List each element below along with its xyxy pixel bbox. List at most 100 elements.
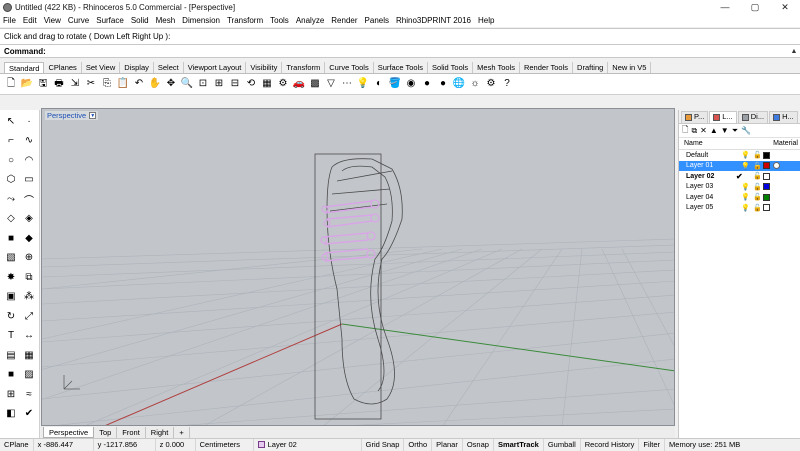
array-icon[interactable]: ⁂ (21, 290, 37, 304)
copy-icon[interactable]: ⎘ (100, 77, 114, 91)
save-icon[interactable]: 🖫 (36, 77, 50, 91)
bucket-fill-icon[interactable]: ◧ (3, 407, 19, 421)
layer-row[interactable]: Layer 04 💡 🔓 (679, 192, 800, 203)
menu-panels[interactable]: Panels (365, 16, 389, 25)
layer-visibility-icon[interactable]: 💡 (741, 193, 750, 201)
delete-layer-icon[interactable]: ✕ (700, 126, 707, 135)
tab-help[interactable]: H... (769, 110, 798, 123)
toolbar-tab-viewport-layout[interactable]: Viewport Layout (184, 62, 247, 73)
solid-edit-icon[interactable]: ◆ (21, 231, 37, 245)
units-status[interactable]: Centimeters (196, 438, 254, 451)
grid-snap-icon[interactable]: ⊞ (3, 387, 19, 401)
rectangle-icon[interactable]: ▭ (21, 173, 37, 187)
gumball-toggle[interactable]: Gumball (544, 438, 581, 451)
pan-icon[interactable]: ✋ (148, 77, 162, 91)
viewport-dropdown-icon[interactable]: ▼ (89, 112, 97, 119)
menu-mesh[interactable]: Mesh (156, 16, 176, 25)
toolbar-tab-surface-tools[interactable]: Surface Tools (374, 62, 429, 73)
zoom-icon[interactable]: 🔍 (180, 77, 194, 91)
move-icon[interactable]: ✥ (164, 77, 178, 91)
menu-rhino3dprint[interactable]: Rhino3DPRINT 2016 (396, 16, 471, 25)
toolbar-tab-transform[interactable]: Transform (282, 62, 326, 73)
toolbar-tab-visibility[interactable]: Visibility (246, 62, 283, 73)
curve-edit-icon[interactable]: ⤳ (3, 192, 19, 206)
viewport-name[interactable]: Perspective (47, 111, 86, 120)
layer-color-swatch[interactable] (763, 151, 770, 159)
layer-lock-icon[interactable]: 🔓 (753, 193, 762, 201)
settings-icon[interactable]: ⚙ (484, 77, 498, 91)
import-icon[interactable]: ⇲ (68, 77, 82, 91)
toolbar-tab-curve-tools[interactable]: Curve Tools (325, 62, 374, 73)
box-icon[interactable]: ■ (3, 231, 19, 245)
layer-lock-icon[interactable]: 🔓 (753, 183, 762, 191)
osnap-toggle[interactable]: Osnap (463, 438, 494, 451)
menu-help[interactable]: Help (478, 16, 494, 25)
tab-front[interactable]: Front (117, 426, 146, 438)
menu-edit[interactable]: Edit (23, 16, 37, 25)
layer-material-icon[interactable] (773, 162, 780, 170)
move-down-icon[interactable]: ▼ (721, 126, 729, 135)
layer-visibility-icon[interactable]: 💡 (741, 204, 750, 212)
curve-icon[interactable]: ∿ (21, 134, 37, 148)
layer-row[interactable]: Layer 05 💡 🔓 (679, 203, 800, 214)
menu-transform[interactable]: Transform (227, 16, 263, 25)
close-button[interactable]: ✕ (770, 0, 800, 14)
layer-row[interactable]: Layer 01 💡 🔓 (679, 160, 800, 171)
record-history-toggle[interactable]: Record History (581, 438, 640, 451)
toolbar-tab-solid-tools[interactable]: Solid Tools (428, 62, 474, 73)
zoom-window-icon[interactable]: ⊡ (196, 77, 210, 91)
sphere-icon-2[interactable]: ● (436, 77, 450, 91)
dimension-icon[interactable]: ↔ (21, 329, 37, 343)
new-sublayer-icon[interactable]: ⧉ (691, 126, 697, 136)
layer-color-swatch[interactable] (763, 183, 770, 191)
menu-analyze[interactable]: Analyze (296, 16, 324, 25)
menu-view[interactable]: View (44, 16, 61, 25)
sun-icon[interactable]: ☼ (468, 77, 482, 91)
menu-solid[interactable]: Solid (131, 16, 149, 25)
layer-lock-icon[interactable]: 🔓 (753, 162, 762, 170)
grid-icon[interactable]: ▩ (308, 77, 322, 91)
new-icon[interactable]: 🗋 (4, 77, 18, 91)
open-icon[interactable]: 📂 (20, 77, 34, 91)
spring-icon[interactable]: ≈ (21, 387, 37, 401)
undo-icon[interactable]: ↶ (132, 77, 146, 91)
layer-row[interactable]: Default 💡 🔓 (679, 150, 800, 161)
grid-snap-toggle[interactable]: Grid Snap (362, 438, 405, 451)
tab-right[interactable]: Right (146, 426, 175, 438)
bucket-icon[interactable]: 🪣 (388, 77, 402, 91)
layer-lock-icon[interactable]: 🔓 (753, 151, 762, 159)
layout-icon[interactable]: ▤ (3, 348, 19, 362)
toolbar-tab-mesh-tools[interactable]: Mesh Tools (473, 62, 520, 73)
select-filter-icon[interactable]: ▽ (324, 77, 338, 91)
toolbar-tab-render-tools[interactable]: Render Tools (520, 62, 574, 73)
layer-color-swatch[interactable] (763, 204, 770, 212)
sphere-icon[interactable]: ● (420, 77, 434, 91)
layer-visibility-icon[interactable]: 💡 (741, 151, 750, 159)
layer-row[interactable]: Layer 03 💡 🔓 (679, 182, 800, 193)
car-icon[interactable]: 🚗 (292, 77, 306, 91)
globe-icon[interactable]: 🌐 (452, 77, 466, 91)
menu-file[interactable]: File (3, 16, 16, 25)
rotate-view-icon[interactable]: ⟲ (244, 77, 258, 91)
cplane-status[interactable]: CPlane (0, 438, 34, 451)
print-icon[interactable]: 🖶 (52, 77, 66, 91)
toolbar-tab-cplanes[interactable]: CPlanes (44, 62, 82, 73)
tab-display[interactable]: Di... (737, 110, 769, 123)
menu-curve[interactable]: Curve (68, 16, 89, 25)
toolbar-tab-set-view[interactable]: Set View (82, 62, 121, 73)
layer-lock-icon[interactable]: 🔓 (753, 204, 762, 212)
layer-lock-icon[interactable]: 🔓 (753, 172, 762, 180)
block-icon[interactable]: ▦ (21, 348, 37, 362)
filter-icon[interactable]: ⏷ (732, 126, 738, 136)
add-viewport-tab[interactable]: + (174, 426, 190, 438)
tab-perspective[interactable]: Perspective (43, 426, 95, 438)
planar-toggle[interactable]: Planar (432, 438, 463, 451)
boolean-icon[interactable]: ⊕ (21, 251, 37, 265)
ortho-toggle[interactable]: Ortho (404, 438, 433, 451)
four-views-icon[interactable]: ▦ (260, 77, 274, 91)
fillet-icon[interactable]: ⌒ (21, 192, 37, 207)
surface-icon[interactable]: ◇ (3, 212, 19, 226)
join-icon[interactable]: ⧉ (21, 270, 37, 284)
loft-icon[interactable]: ◈ (21, 212, 37, 226)
polygon-icon[interactable]: ⬡ (3, 173, 19, 187)
